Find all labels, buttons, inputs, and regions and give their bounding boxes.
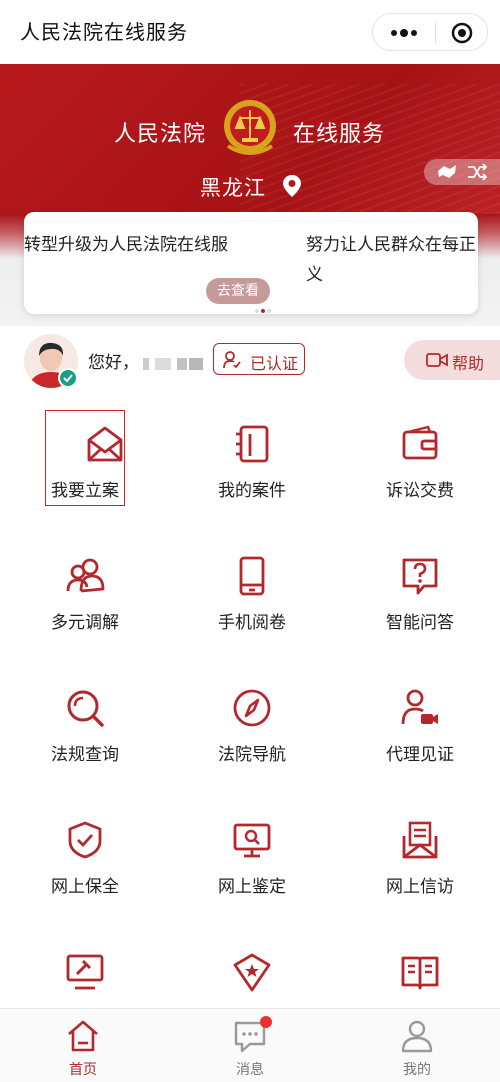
service-law-search[interactable]: 法规查询 <box>5 674 165 794</box>
region-label[interactable]: 黑龙江 <box>200 172 266 202</box>
unread-badge <box>260 1016 272 1028</box>
service-label: 诉讼交费 <box>386 481 454 501</box>
question-icon <box>402 558 438 595</box>
compass-icon <box>233 689 271 727</box>
service-preservation[interactable]: 网上保全 <box>5 806 165 926</box>
news-carousel[interactable]: 转型升级为人民法院在线服 努力让人民群众在每正义 去查看 <box>24 212 478 314</box>
tab-label-mine: 我的 <box>403 1062 431 1078</box>
monitor-search-icon <box>233 823 271 858</box>
service-label: 多元调解 <box>51 613 119 633</box>
switch-region-button[interactable] <box>424 159 500 185</box>
service-appraisal[interactable]: 网上鉴定 <box>172 806 332 926</box>
envelope-icon <box>87 426 123 462</box>
wallet-icon <box>402 425 438 460</box>
service-label: 我要立案 <box>51 481 119 501</box>
service-label: 我的案件 <box>218 481 286 501</box>
greeting-text: 您好， <box>88 353 139 373</box>
verified-badge[interactable]: 已认证 <box>213 343 305 375</box>
carousel-dots <box>254 298 272 314</box>
service-file-case[interactable]: 我要立案 <box>25 410 185 530</box>
service-mediation[interactable]: 多元调解 <box>5 542 165 662</box>
masked-username <box>143 352 203 372</box>
user-icon <box>401 1020 433 1053</box>
service-label: 网上保全 <box>51 877 119 897</box>
bottom-tab-bar: 首页 消息 我的 <box>0 1008 500 1082</box>
tab-messages[interactable]: 消息 <box>167 1015 333 1081</box>
brand-text-right: 在线服务 <box>293 122 386 147</box>
help-button[interactable]: 帮助 <box>404 340 500 380</box>
shuffle-icon <box>468 163 488 181</box>
tab-mine[interactable]: 我的 <box>334 1015 500 1081</box>
phone-icon <box>239 556 265 596</box>
service-label: 手机阅卷 <box>218 613 286 633</box>
location-pin-icon[interactable] <box>282 174 302 198</box>
service-label: 网上信访 <box>386 877 454 897</box>
service-petition[interactable]: 网上信访 <box>340 806 500 926</box>
brand-text-left: 人民法院 <box>114 122 207 147</box>
star-badge-icon <box>233 953 271 992</box>
video-icon <box>426 353 448 367</box>
service-court-navigation[interactable]: 法院导航 <box>172 674 332 794</box>
service-label: 网上鉴定 <box>218 877 286 897</box>
gavel-screen-icon <box>66 954 104 990</box>
tab-label-messages: 消息 <box>236 1062 264 1078</box>
court-emblem-icon <box>224 100 276 155</box>
page-title: 人民法院在线服务 <box>20 20 188 44</box>
service-label: 法院导航 <box>218 745 286 765</box>
service-label: 智能问答 <box>386 613 454 633</box>
mini-program-capsule <box>372 13 488 51</box>
map-icon <box>438 165 456 178</box>
service-smart-qa[interactable]: 智能问答 <box>340 542 500 662</box>
capsule-divider <box>435 23 436 43</box>
book-icon <box>401 956 439 990</box>
help-label: 帮助 <box>452 354 485 373</box>
people-icon <box>66 558 105 593</box>
service-mobile-files[interactable]: 手机阅卷 <box>172 542 332 662</box>
tab-home[interactable]: 首页 <box>0 1015 166 1081</box>
tab-label-home: 首页 <box>69 1062 97 1078</box>
letter-icon <box>402 821 438 859</box>
search-icon <box>67 690 104 727</box>
shield-icon <box>68 821 102 859</box>
video-person-icon <box>401 689 438 725</box>
case-folder-icon <box>236 425 269 463</box>
verified-check-icon <box>58 368 78 388</box>
more-icon[interactable] <box>387 23 421 43</box>
home-icon <box>68 1020 98 1052</box>
service-label: 法规查询 <box>51 745 119 765</box>
service-my-cases[interactable]: 我的案件 <box>172 410 332 530</box>
service-agent-witness[interactable]: 代理见证 <box>340 674 500 794</box>
close-target-icon[interactable] <box>451 22 473 44</box>
news-item-1[interactable]: 转型升级为人民法院在线服 <box>24 230 228 255</box>
user-verify-icon <box>223 351 241 369</box>
service-litigation-fee[interactable]: 诉讼交费 <box>340 410 500 530</box>
verified-label: 已认证 <box>250 354 299 373</box>
news-item-2[interactable]: 努力让人民群众在每正义 <box>306 230 478 290</box>
service-label: 代理见证 <box>386 745 454 765</box>
top-bar: 人民法院在线服务 <box>0 0 500 64</box>
